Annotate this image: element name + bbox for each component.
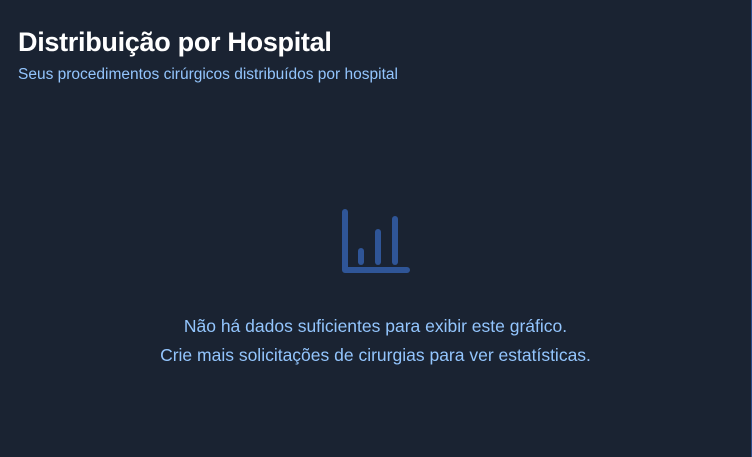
empty-message-line-1: Não há dados suficientes para exibir est…: [183, 316, 568, 336]
empty-state: Não há dados suficientes para exibir est…: [0, 207, 751, 370]
card-header: Distribuição por Hospital Seus procedime…: [18, 24, 398, 86]
empty-message-line-2: Crie mais solicitações de cirurgias para…: [160, 345, 591, 365]
card-subtitle: Seus procedimentos cirúrgicos distribuíd…: [18, 66, 398, 83]
bar-chart-icon: [341, 207, 411, 277]
card-title: Distribuição por Hospital: [18, 27, 332, 57]
hospital-distribution-card: Distribuição por Hospital Seus procedime…: [0, 0, 752, 457]
empty-message: Não há dados suficientes para exibir est…: [0, 312, 751, 370]
